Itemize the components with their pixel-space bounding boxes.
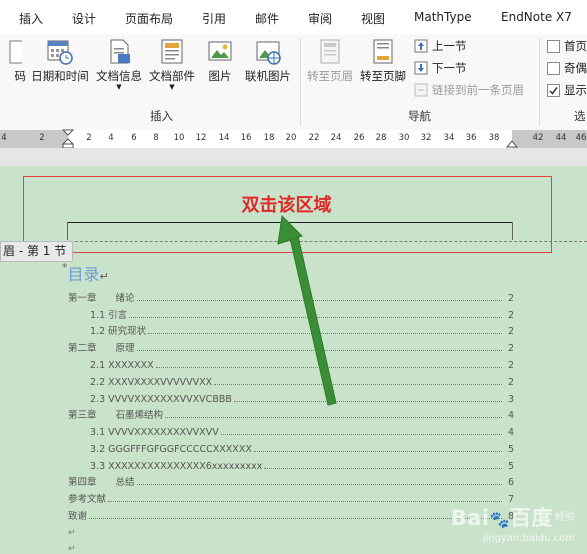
watermark-url: jingyan.baidu.com (482, 533, 575, 544)
watermark-suffix: 经验 (555, 512, 575, 523)
baidu-watermark: Bai🐾百度 (450, 506, 553, 530)
annotation-arrow (277, 214, 337, 406)
paw-icon: 🐾 (489, 510, 510, 529)
